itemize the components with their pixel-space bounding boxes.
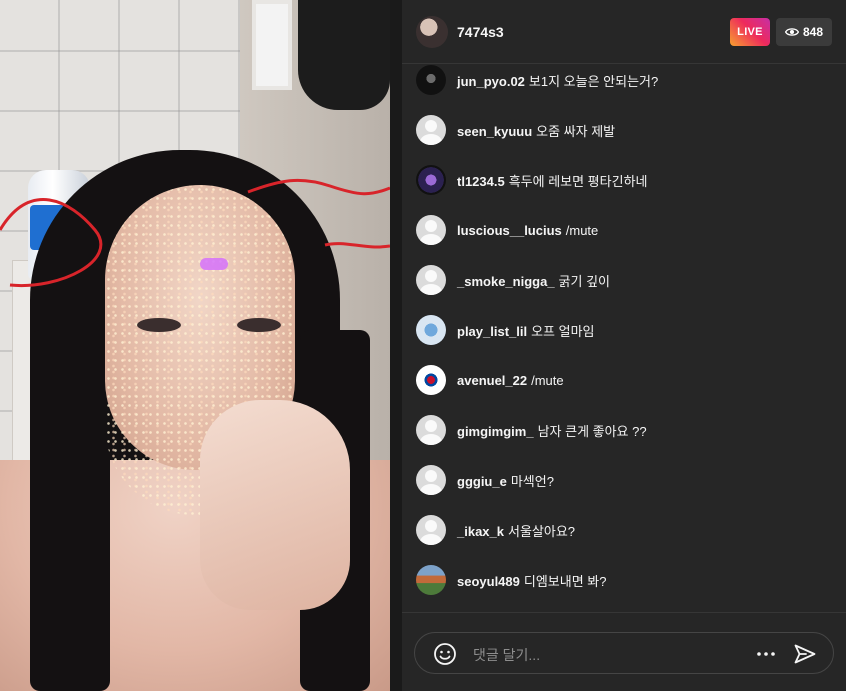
comment-list: jun_pyo.02 보1지 오늘은 안되는거? seen_kyuuu 오줌 싸자 … [402, 64, 846, 612]
viewer-count-badge[interactable]: 848 [776, 18, 832, 46]
comment-message: 마섹언? [510, 473, 554, 489]
comment-message: 굵기 깊이 [558, 273, 610, 289]
commenter-avatar[interactable] [416, 115, 446, 145]
comment-text: luscious__lucius/mute [457, 223, 598, 238]
comment-item: avenuel_22/mute [416, 364, 564, 396]
commenter-avatar[interactable] [416, 315, 446, 345]
comment-message: 서울살아요? [508, 523, 576, 539]
live-badge: LIVE [730, 18, 770, 46]
comment-username[interactable]: seoyul489 [457, 574, 520, 589]
live-video[interactable] [0, 0, 390, 691]
commenter-avatar[interactable] [416, 515, 446, 545]
eye-icon [784, 28, 799, 36]
comment-text: gimgimgim_ 남자 큰게 좋아요 ?? [457, 421, 647, 440]
commenter-avatar[interactable] [416, 365, 446, 395]
comment-text: tl1234.5 흑두에 레보면 평타긴하네 [457, 171, 648, 190]
comment-message: /mute [565, 222, 599, 238]
comment-username[interactable]: _ikax_k [457, 524, 504, 539]
comment-text: seoyul489 디엠보내면 봐? [457, 571, 606, 590]
comment-username[interactable]: gimgimgim_ [457, 424, 534, 439]
comment-item: jun_pyo.02 보1지 오늘은 안되는거? [416, 64, 658, 96]
composer-divider [402, 612, 846, 613]
commenter-avatar[interactable] [416, 565, 446, 595]
commenter-avatar[interactable] [416, 65, 446, 95]
commenter-avatar[interactable] [416, 165, 446, 195]
comment-message: 흑두에 레보면 평타긴하네 [508, 173, 648, 189]
live-chat-panel: 7474s3 LIVE 848 jun_pyo.02 보1지 오늘은 안되는거? … [402, 0, 846, 691]
comment-text: seen_kyuuu 오줌 싸자 제발 [457, 121, 615, 140]
commenter-avatar[interactable] [416, 265, 446, 295]
comment-text: _smoke_nigga_ 굵기 깊이 [457, 271, 610, 290]
commenter-avatar[interactable] [416, 465, 446, 495]
comment-username[interactable]: tl1234.5 [457, 174, 505, 189]
comment-username[interactable]: _smoke_nigga_ [457, 274, 555, 289]
comment-item: gimgimgim_ 남자 큰게 좋아요 ?? [416, 414, 647, 446]
comment-item: seen_kyuuu 오줌 싸자 제발 [416, 114, 615, 146]
comment-message: 오프 얼마임 [531, 323, 595, 339]
comment-message: 보1지 오늘은 안되는거? [528, 73, 659, 89]
comment-username[interactable]: luscious__lucius [457, 223, 562, 238]
comment-item: seoyul489 디엠보내면 봐? [416, 564, 606, 596]
commenter-avatar[interactable] [416, 415, 446, 445]
host-avatar[interactable] [416, 16, 448, 48]
pane-divider [390, 0, 402, 691]
comment-username[interactable]: seen_kyuuu [457, 124, 532, 139]
comment-username[interactable]: gggiu_e [457, 474, 507, 489]
smiley-icon[interactable] [433, 642, 457, 666]
more-horizontal-icon[interactable] [755, 645, 777, 663]
comment-message: 디엠보내면 봐? [523, 573, 607, 589]
viewer-count: 848 [802, 25, 824, 39]
comment-text: play_list_lil 오프 얼마임 [457, 321, 595, 340]
comment-item: _ikax_k 서울살아요? [416, 514, 575, 546]
comment-message: 남자 큰게 좋아요 ?? [537, 423, 647, 439]
commenter-avatar[interactable] [416, 215, 446, 245]
comment-message: /mute [531, 372, 564, 388]
host-username[interactable]: 7474s3 [457, 24, 504, 40]
comment-text: jun_pyo.02 보1지 오늘은 안되는거? [457, 71, 658, 90]
comment-text: _ikax_k 서울살아요? [457, 521, 575, 540]
comment-text: gggiu_e 마섹언? [457, 471, 554, 490]
comment-item: luscious__lucius/mute [416, 214, 598, 246]
comment-username[interactable]: avenuel_22 [457, 373, 527, 388]
comment-text: avenuel_22/mute [457, 373, 564, 388]
comment-message: 오줌 싸자 제발 [536, 123, 616, 139]
live-header: 7474s3 LIVE 848 [402, 0, 846, 64]
comment-input[interactable]: 댓글 달기... [473, 645, 540, 665]
comment-item: play_list_lil 오프 얼마임 [416, 314, 595, 346]
comment-item: gggiu_e 마섹언? [416, 464, 554, 496]
send-icon[interactable] [793, 642, 817, 666]
comment-username[interactable]: jun_pyo.02 [457, 74, 525, 89]
video-red-scribble [0, 178, 390, 288]
comment-composer[interactable]: 댓글 달기... [414, 632, 834, 674]
comment-item: _smoke_nigga_ 굵기 깊이 [416, 264, 610, 296]
comment-item: tl1234.5 흑두에 레보면 평타긴하네 [416, 164, 648, 196]
comment-username[interactable]: play_list_lil [457, 324, 527, 339]
